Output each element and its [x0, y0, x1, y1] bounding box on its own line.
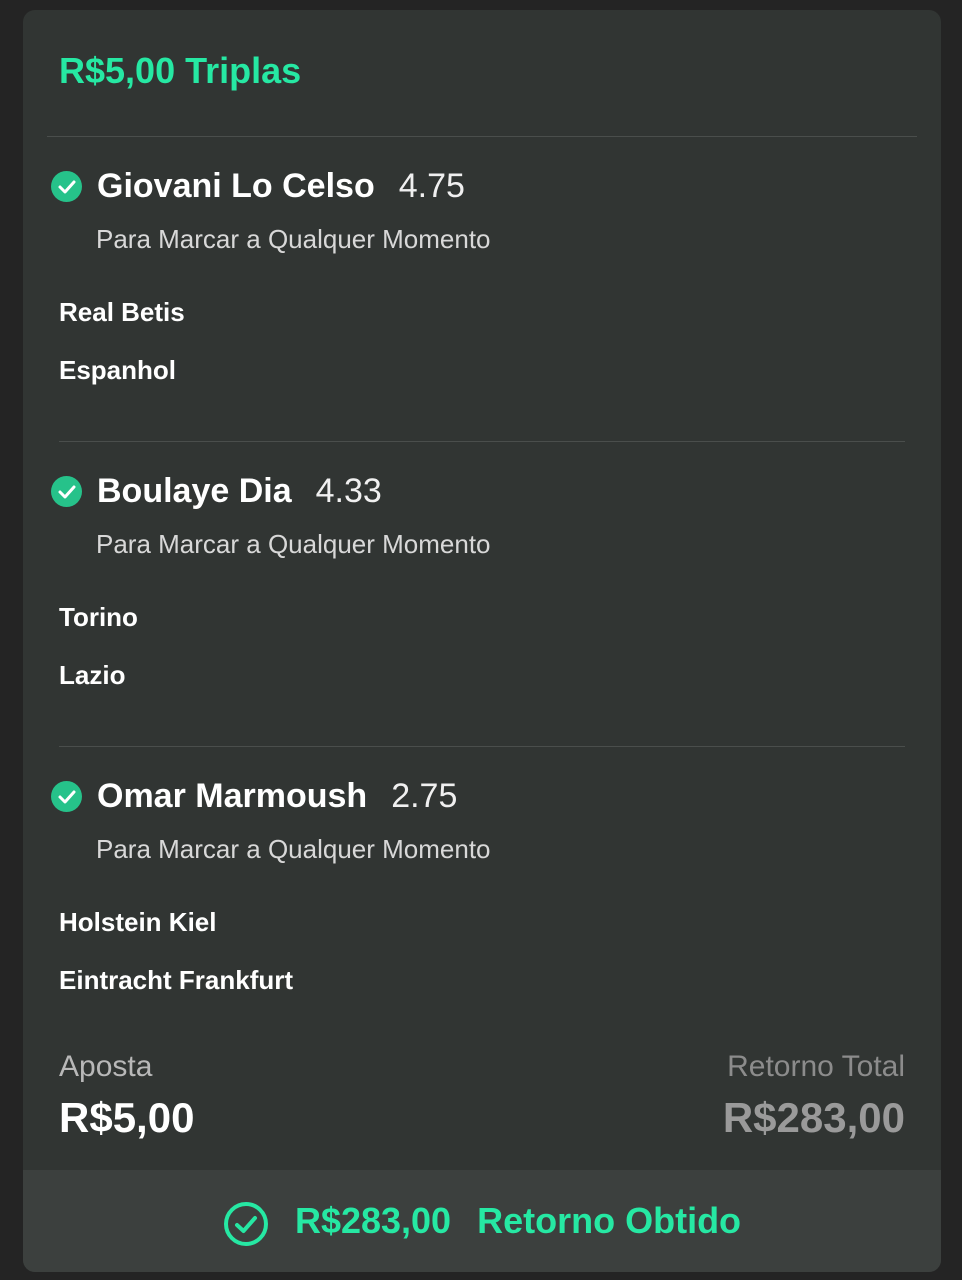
selection-item: Boulaye Dia 4.33 Para Marcar a Qualquer … [23, 442, 941, 747]
result-amount: R$283,00 [294, 1200, 452, 1241]
stake-label: Aposta [59, 1050, 153, 1083]
bet-summary: Aposta R$5,00 Retorno Total R$283,00 [23, 1050, 941, 1170]
team-away: Eintracht Frankfurt [59, 965, 294, 995]
market-name: Para Marcar a Qualquer Momento [96, 834, 491, 864]
check-circle-icon [51, 171, 82, 202]
stake-value: R$5,00 [59, 1094, 195, 1141]
bet-slip-card: R$5,00 Triplas Giovani Lo Celso 4.75 Par… [23, 10, 941, 1272]
bet-header: R$5,00 Triplas [47, 10, 917, 137]
total-return-label: Retorno Total [727, 1050, 905, 1083]
result-bar: R$283,00 Retorno Obtido [23, 1170, 941, 1272]
market-name: Para Marcar a Qualquer Momento [96, 224, 491, 254]
selection-item: Giovani Lo Celso 4.75 Para Marcar a Qual… [23, 137, 941, 442]
selection-odds: 4.75 [398, 167, 465, 205]
team-home: Real Betis [59, 297, 185, 327]
player-name: Giovani Lo Celso [97, 167, 375, 205]
player-name: Omar Marmoush [97, 777, 368, 815]
team-home: Torino [59, 602, 138, 632]
team-away: Lazio [59, 660, 126, 690]
check-circle-icon [51, 476, 82, 507]
player-name: Boulaye Dia [97, 472, 292, 510]
check-circle-outline-icon [223, 1202, 268, 1246]
result-status: Retorno Obtido [477, 1200, 742, 1241]
team-away: Espanhol [59, 355, 177, 385]
bet-title: R$5,00 Triplas [59, 50, 302, 91]
selection-item: Omar Marmoush 2.75 Para Marcar a Qualque… [23, 747, 941, 1052]
check-circle-icon [51, 781, 82, 812]
selection-odds: 2.75 [391, 777, 458, 815]
total-return-value: R$283,00 [722, 1094, 905, 1141]
team-home: Holstein Kiel [59, 907, 217, 937]
market-name: Para Marcar a Qualquer Momento [96, 529, 491, 559]
selection-odds: 4.33 [315, 472, 382, 510]
